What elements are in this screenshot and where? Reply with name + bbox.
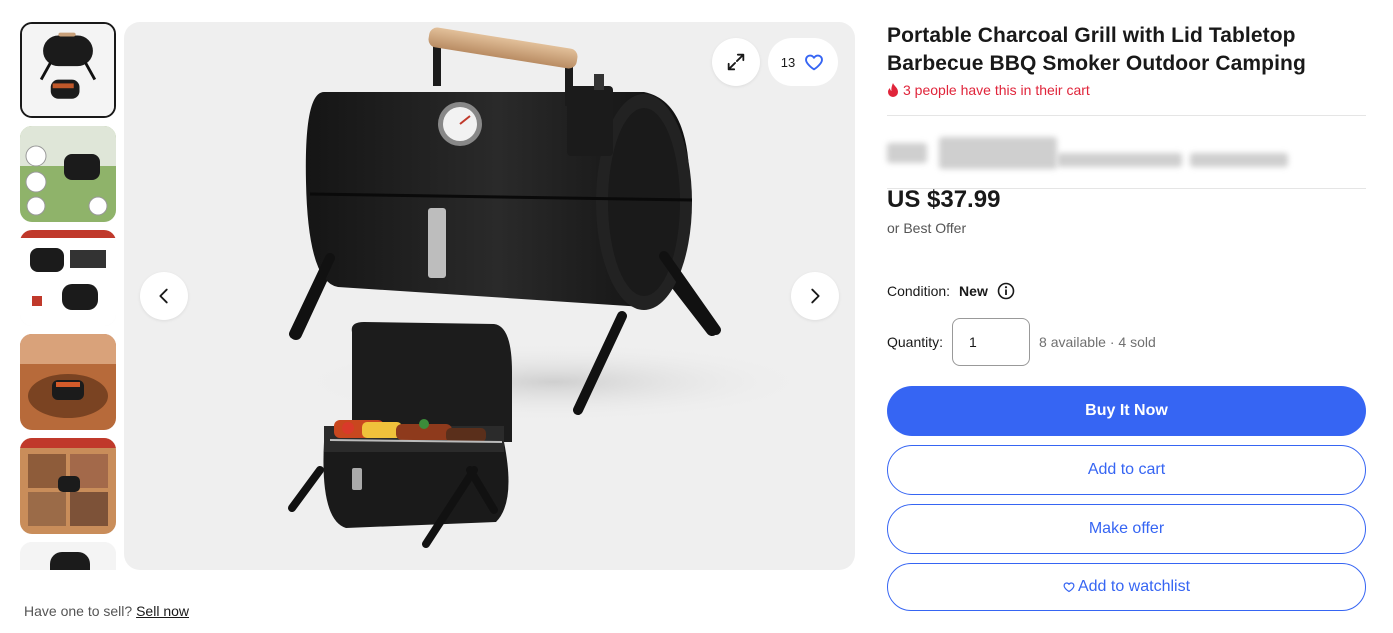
make-offer-label: Make offer <box>1088 520 1165 537</box>
buy-it-now-label: Buy It Now <box>1085 402 1168 419</box>
main-product-image[interactable]: 13 <box>124 22 855 570</box>
add-to-cart-label: Add to cart <box>1087 461 1166 478</box>
chevron-right-icon <box>811 288 820 304</box>
sell-prompt: Have one to sell? Sell now <box>24 603 189 619</box>
thumbnail-6[interactable] <box>20 542 116 570</box>
add-to-watchlist-button[interactable]: Add to watchlist <box>887 563 1366 611</box>
expand-button[interactable] <box>712 38 760 86</box>
thumbnail-1[interactable] <box>20 22 116 118</box>
sell-prompt-text: Have one to sell? <box>24 603 133 619</box>
make-offer-button[interactable]: Make offer <box>887 504 1366 554</box>
purchase-panel: US $37.99 or Best Offer Condition: New Q… <box>887 0 1366 633</box>
best-offer-label: or Best Offer <box>887 220 967 236</box>
add-to-watchlist-label: Add to watchlist <box>1077 578 1191 595</box>
heart-icon <box>1063 582 1075 593</box>
price: US $37.99 <box>887 186 1001 213</box>
add-to-cart-button[interactable]: Add to cart <box>887 445 1366 495</box>
thumbnail-strip <box>20 22 116 570</box>
buy-it-now-button[interactable]: Buy It Now <box>887 386 1366 436</box>
condition-row: Condition: New <box>887 282 1015 300</box>
condition-value: New <box>959 283 988 299</box>
next-image-button[interactable] <box>791 272 839 320</box>
thumbnail-5[interactable] <box>20 438 116 534</box>
expand-icon <box>727 53 745 71</box>
heart-icon <box>805 54 824 71</box>
quantity-label: Quantity: <box>887 334 944 350</box>
thumbnail-3[interactable] <box>20 230 116 326</box>
condition-label: Condition: <box>887 283 951 299</box>
quantity-input[interactable] <box>952 318 1031 366</box>
previous-image-button[interactable] <box>140 272 188 320</box>
chevron-left-icon <box>159 288 168 304</box>
watch-count: 13 <box>780 54 796 70</box>
sell-now-link[interactable]: Sell now <box>136 603 189 619</box>
grill-image <box>288 27 814 548</box>
thumbnail-4[interactable] <box>20 334 116 430</box>
watch-count-button[interactable]: 13 <box>768 38 838 86</box>
thumbnail-2[interactable] <box>20 126 116 222</box>
availability-text: 8 available · 4 sold <box>1039 334 1156 350</box>
quantity-row: Quantity: 8 available · 4 sold <box>887 318 1156 366</box>
info-icon[interactable] <box>997 282 1015 300</box>
